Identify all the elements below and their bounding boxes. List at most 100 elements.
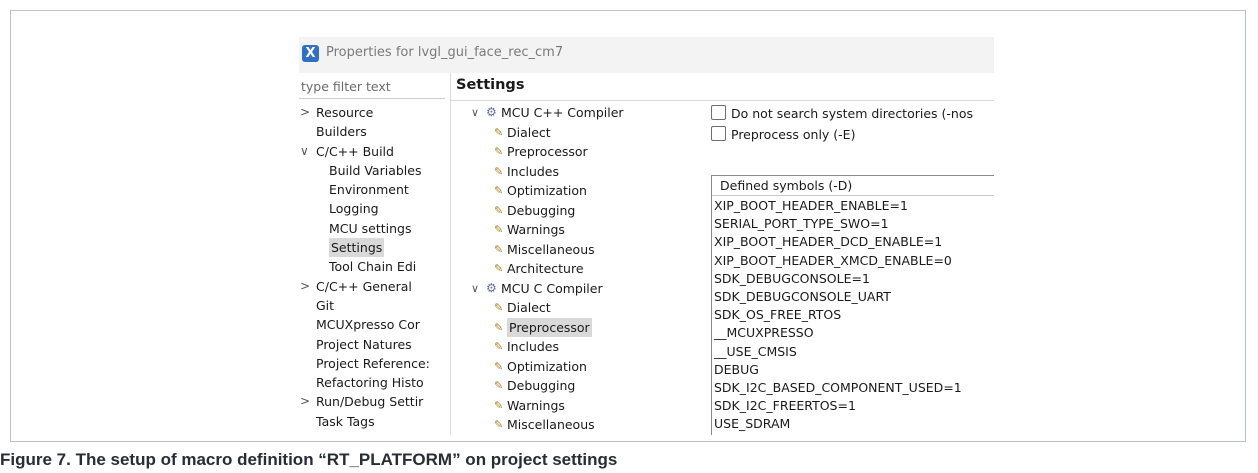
property-tree: > Resource Builders ∨ C/C++ Build Build Varia… xyxy=(299,103,449,431)
preprocess-only-option[interactable]: Preprocess only (-E) xyxy=(711,125,855,145)
property-tree-item-build-variables[interactable]: Build Variables xyxy=(299,161,449,180)
tool-tree-item-debugging[interactable]: ✎ Debugging xyxy=(455,201,705,221)
chevron-down-icon[interactable]: ∨ xyxy=(300,142,309,161)
property-tree-item-project-natures[interactable]: Project Natures xyxy=(299,335,449,354)
defined-symbol-item[interactable]: DEBUG xyxy=(712,361,994,379)
defined-symbol-item[interactable]: XIP_BOOT_HEADER_ENABLE=1 xyxy=(712,197,994,215)
property-tree-item-task-tags[interactable]: Task Tags xyxy=(299,412,449,431)
preprocess-only-checkbox[interactable] xyxy=(711,126,726,141)
defined-symbols-table: Defined symbols (-D) XIP_BOOT_HEADER_ENA… xyxy=(711,175,994,435)
tool-tree-label: Miscellaneous xyxy=(507,241,595,257)
defined-symbol-item[interactable]: XIP_BOOT_HEADER_DCD_ENABLE=1 xyxy=(712,233,994,251)
tool-tree-label: Debugging xyxy=(507,378,576,393)
property-tree-item-run-debug-settir[interactable]: > Run/Debug Settir xyxy=(299,392,449,411)
no-sys-dirs-checkbox[interactable] xyxy=(711,105,726,120)
tool-tree-item-warnings[interactable]: ✎ Warnings xyxy=(455,396,705,416)
tool-tree-item-includes[interactable]: ✎ Includes xyxy=(455,162,705,182)
title-bar: X Properties for lvgl_gui_face_rec_cm7 xyxy=(299,37,994,73)
property-tree-label: Tool Chain Edi xyxy=(329,259,417,275)
property-tree-label: C/C++ Build xyxy=(316,143,394,159)
settings-page-icon: ✎ xyxy=(494,242,504,256)
settings-page-icon: ✎ xyxy=(494,203,504,217)
property-tree-item-mcuxpresso-cor[interactable]: MCUXpresso Cor xyxy=(299,315,449,334)
property-tree-item-refactoring-histo[interactable]: Refactoring Histo xyxy=(299,373,449,392)
property-tree-item-environment[interactable]: Environment xyxy=(299,180,449,199)
defined-symbol-item[interactable]: __MCUXPRESSO xyxy=(712,324,994,342)
settings-page-icon: ✎ xyxy=(494,398,504,412)
property-tree-item-settings[interactable]: Settings xyxy=(299,238,449,258)
property-tree-label: Run/Debug Settir xyxy=(316,394,424,410)
tool-tree-label: MCU C++ Compiler xyxy=(501,105,624,120)
filter-input[interactable]: type filter text xyxy=(299,75,445,99)
tool-tree-label: Dialect xyxy=(507,300,551,315)
defined-symbol-item[interactable]: SDK_I2C_BASED_COMPONENT_USED=1 xyxy=(712,379,994,397)
property-tree-label: Settings xyxy=(329,238,385,258)
tool-tree-item-preprocessor[interactable]: ✎ Preprocessor xyxy=(455,142,705,162)
defined-symbol-item[interactable]: SDK_DEBUGCONSOLE_UART xyxy=(712,288,994,306)
tool-tree-label: Warnings xyxy=(507,222,565,237)
no-sys-dirs-option[interactable]: Do not search system directories (-nos xyxy=(711,104,973,124)
chevron-down-icon[interactable]: ∨ xyxy=(471,279,479,299)
chevron-down-icon[interactable]: ∨ xyxy=(471,103,479,123)
property-tree-item-tool-chain-edi[interactable]: Tool Chain Edi xyxy=(299,257,449,276)
property-tree-label: Builders xyxy=(316,124,367,140)
tool-tree-item-warnings[interactable]: ✎ Warnings xyxy=(455,220,705,240)
settings-page-icon: ✎ xyxy=(494,184,504,197)
property-tree-label: MCU settings xyxy=(329,220,412,236)
property-tree-item-resource[interactable]: > Resource xyxy=(299,103,449,122)
tool-tree-label: Architecture xyxy=(507,261,584,276)
tool-tree-item-miscellaneous[interactable]: ✎ Miscellaneous xyxy=(455,415,705,435)
property-tree-label: Project Natures xyxy=(316,336,412,352)
tool-tree-item-dialect[interactable]: ✎ Dialect xyxy=(455,123,705,143)
chevron-right-icon[interactable]: > xyxy=(300,103,310,122)
property-tree-label: Task Tags xyxy=(316,413,375,429)
tool-tree-label: Includes xyxy=(507,163,560,179)
tool-tree-item-mcu-c-compiler[interactable]: ∨ ⚙ MCU C++ Compiler xyxy=(455,103,705,123)
tool-tree-label: MCU C Compiler xyxy=(501,280,603,296)
defined-symbol-item[interactable]: SDK_OS_FREE_RTOS xyxy=(712,306,994,324)
property-tree-item-project-reference[interactable]: Project Reference: xyxy=(299,354,449,373)
tool-tree-item-architecture[interactable]: ✎ Architecture xyxy=(455,259,705,279)
defined-symbol-item[interactable]: USE_SDRAM xyxy=(712,415,994,433)
tool-tree-item-optimization[interactable]: ✎ Optimization xyxy=(455,357,705,377)
app-icon: X xyxy=(302,45,319,62)
settings-page-icon: ✎ xyxy=(494,379,504,392)
chevron-right-icon[interactable]: > xyxy=(300,277,310,296)
defined-symbol-item[interactable]: SDK_DEBUGCONSOLE=1 xyxy=(712,270,994,288)
settings-page-icon: ✎ xyxy=(494,262,504,275)
window-title: Properties for lvgl_gui_face_rec_cm7 xyxy=(326,45,564,60)
tool-tree-item-miscellaneous[interactable]: ✎ Miscellaneous xyxy=(455,240,705,260)
property-tree-item-mcu-settings[interactable]: MCU settings xyxy=(299,219,449,238)
settings-page-icon: ✎ xyxy=(494,418,504,431)
tool-tree-item-mcu-c-compiler[interactable]: ∨ ⚙ MCU C Compiler xyxy=(455,279,705,299)
property-tree-item-logging[interactable]: Logging xyxy=(299,199,449,218)
property-tree-label: MCUXpresso Cor xyxy=(316,317,420,333)
settings-page-icon: ✎ xyxy=(494,164,504,178)
tool-tree-item-includes[interactable]: ✎ Includes xyxy=(455,337,705,357)
defined-symbol-item[interactable]: SDK_I2C_FREERTOS=1 xyxy=(712,397,994,415)
tool-tree-item-debugging[interactable]: ✎ Debugging xyxy=(455,376,705,396)
tool-gear-icon: ⚙ xyxy=(486,105,497,119)
defined-symbol-item[interactable]: SERIAL_PORT_TYPE_SWO=1 xyxy=(712,215,994,233)
property-tree-label: Build Variables xyxy=(329,162,422,178)
property-tree-item-c-c-build[interactable]: ∨ C/C++ Build xyxy=(299,142,449,161)
settings-page-icon: ✎ xyxy=(494,320,504,334)
settings-page-icon: ✎ xyxy=(494,223,504,236)
defined-symbol-item[interactable]: XIP_BOOT_HEADER_XMCD_ENABLE=0 xyxy=(712,252,994,270)
tool-tree-item-preprocessor[interactable]: ✎ Preprocessor xyxy=(455,317,705,337)
defined-symbol-item[interactable]: __USE_CMSIS xyxy=(712,343,994,361)
property-tree-item-c-c-general[interactable]: > C/C++ General xyxy=(299,277,449,296)
tool-tree-label: Optimization xyxy=(507,358,587,374)
chevron-right-icon[interactable]: > xyxy=(300,392,310,411)
settings-page-icon: ✎ xyxy=(494,340,504,353)
property-tree-item-builders[interactable]: Builders xyxy=(299,122,449,141)
pane-divider[interactable] xyxy=(450,73,451,435)
property-tree-item-git[interactable]: Git xyxy=(299,296,449,315)
properties-dialog: X Properties for lvgl_gui_face_rec_cm7 t… xyxy=(299,37,994,435)
tool-tree-item-dialect[interactable]: ✎ Dialect xyxy=(455,298,705,318)
tool-tree-item-optimization[interactable]: ✎ Optimization xyxy=(455,181,705,201)
property-tree-label: Logging xyxy=(329,201,379,217)
defined-symbol-item[interactable]: SMART_TLHMI_2D xyxy=(712,433,994,435)
settings-page-icon: ✎ xyxy=(494,145,504,158)
property-tree-label: Project Reference: xyxy=(316,355,430,371)
